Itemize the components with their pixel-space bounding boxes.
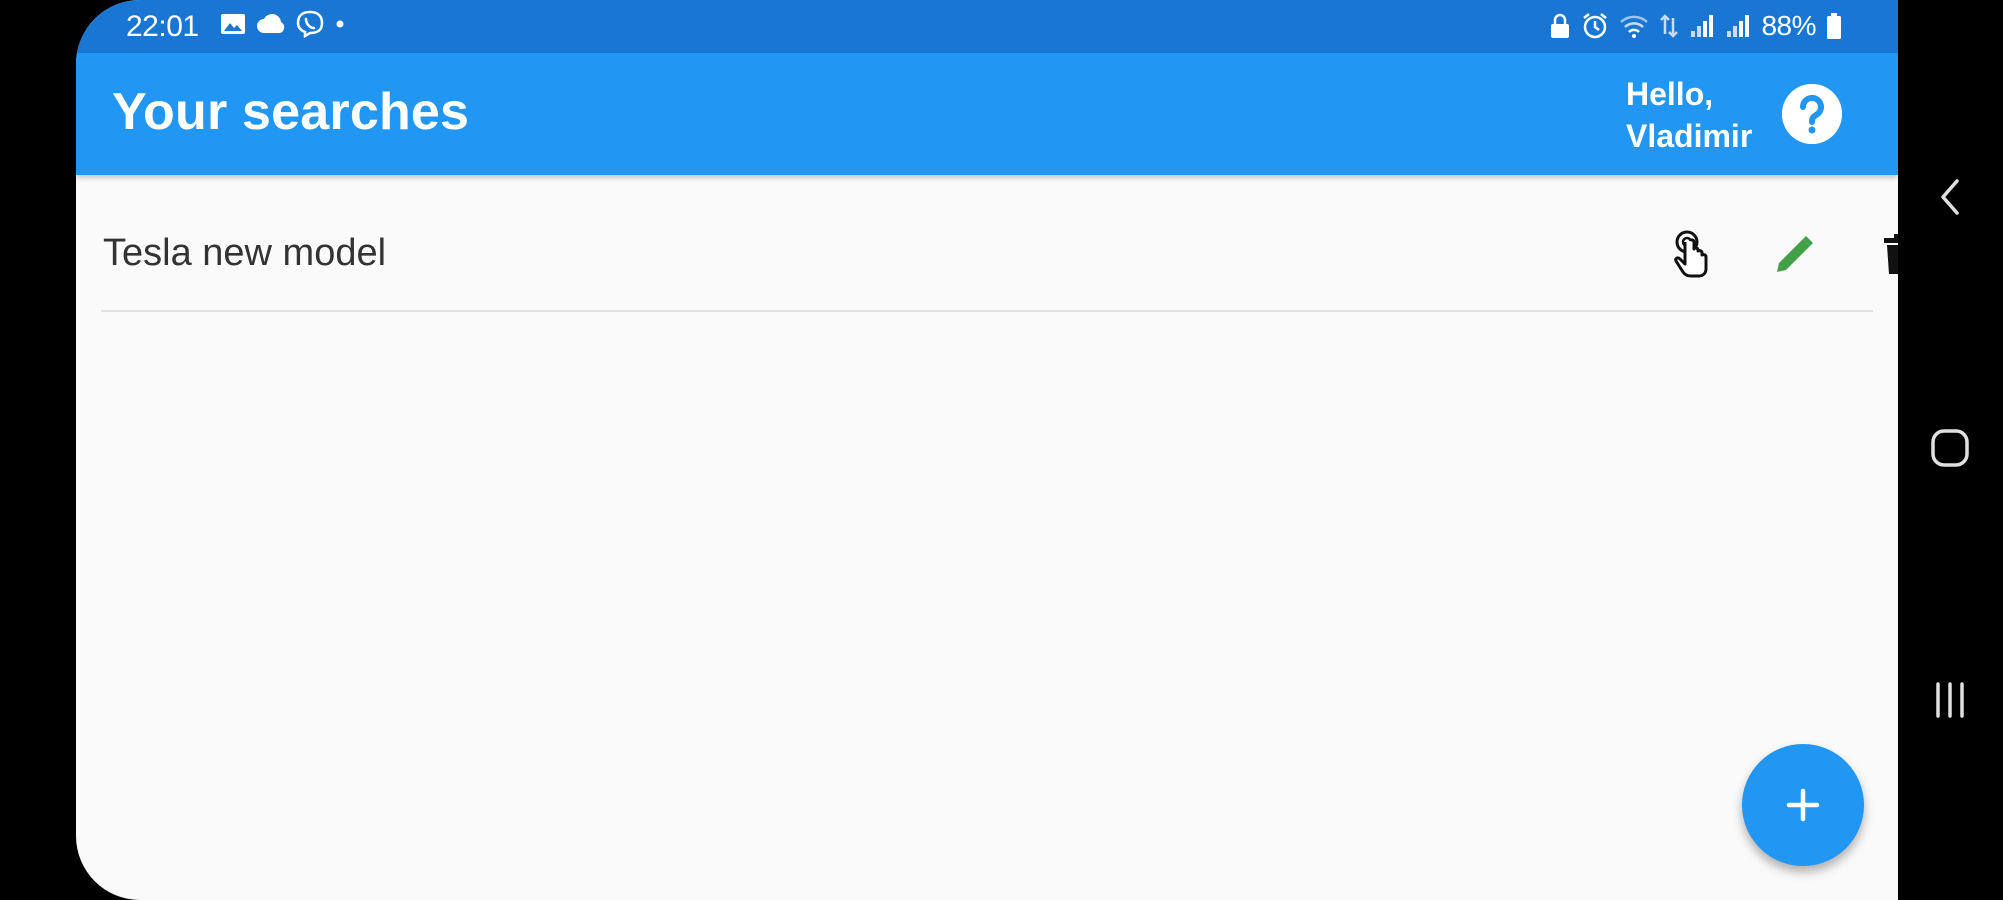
list-item[interactable]: Tesla new model [101, 196, 1898, 312]
home-button[interactable] [1918, 416, 1982, 480]
recents-button[interactable] [1918, 668, 1982, 732]
battery-icon [1827, 13, 1841, 39]
question-mark-circle-icon [1782, 84, 1842, 144]
page-title: Your searches [112, 83, 470, 141]
status-time: 22:01 [126, 10, 199, 43]
touch-button[interactable] [1663, 226, 1719, 282]
viber-icon [296, 10, 324, 38]
status-system-icons: 88% [1549, 10, 1842, 42]
back-icon [1941, 179, 1959, 215]
more-notifications-dot-icon [336, 20, 344, 28]
user-greeting: Hello, Vladimir [1626, 76, 1753, 154]
search-list: Tesla new model [101, 196, 1898, 312]
gallery-icon [221, 14, 245, 34]
wifi-icon [1620, 15, 1649, 38]
edit-button[interactable] [1767, 226, 1823, 282]
status-notification-icons [220, 10, 346, 38]
search-label: Tesla new model [103, 232, 387, 274]
system-navigation-bar [1898, 0, 2003, 900]
cloud-icon [257, 14, 285, 34]
home-icon [1931, 429, 1969, 467]
data-transfer-icon [1660, 14, 1679, 38]
help-button[interactable] [1782, 84, 1842, 144]
alarm-icon [1583, 13, 1608, 39]
status-bar: 22:01 88% [76, 0, 1898, 53]
app-bar: Your searches Hello, Vladimir [76, 53, 1898, 175]
delete-button[interactable] [1872, 226, 1898, 282]
touch-icon [1674, 230, 1708, 278]
edit-pencil-icon [1777, 236, 1813, 272]
app-screen: 22:01 88% Your searches Hello, Vladimir … [76, 0, 1898, 900]
signal-strength-icon-1 [1691, 15, 1714, 37]
delete-trash-icon [1884, 234, 1898, 274]
signal-strength-icon-2 [1727, 15, 1750, 37]
lock-icon [1551, 13, 1570, 38]
recents-icon [1936, 682, 1964, 718]
add-search-button[interactable] [1742, 744, 1864, 866]
battery-percentage: 88% [1761, 10, 1816, 41]
plus-icon [1786, 788, 1820, 822]
back-button[interactable] [1918, 165, 1982, 229]
